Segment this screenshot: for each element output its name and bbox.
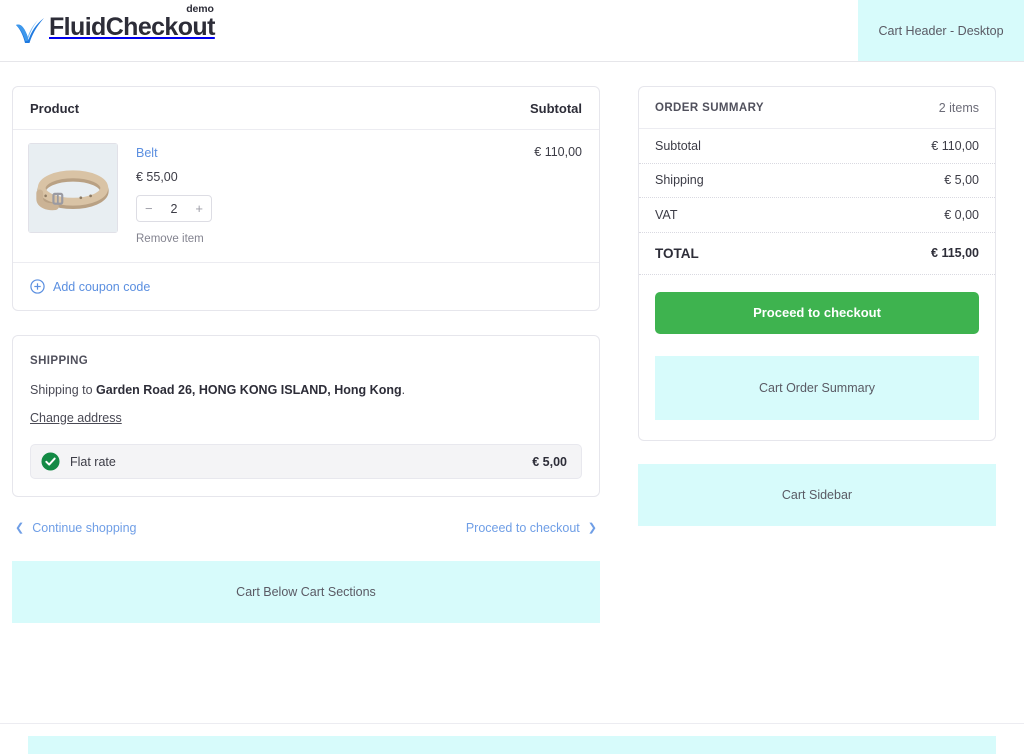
quantity-value[interactable]: 2	[171, 202, 178, 216]
cart-below-cart-sections-slot: Cart Below Cart Sections	[12, 561, 600, 623]
site-footer: Cart Footer	[0, 723, 1024, 754]
shipping-method-name: Flat rate	[70, 455, 116, 469]
summary-label-vat: VAT	[655, 208, 677, 222]
cart-item-subtotal: € 110,00	[534, 143, 582, 247]
shipping-to-suffix: .	[402, 383, 405, 397]
cart-sidebar-slot-label: Cart Sidebar	[782, 488, 852, 502]
shipping-address-value: Garden Road 26, HONG KONG ISLAND, Hong K…	[96, 383, 402, 397]
continue-shopping-link[interactable]: ❮ Continue shopping	[15, 521, 136, 535]
logo-demo-badge: demo	[186, 3, 214, 15]
shipping-to-prefix: Shipping to	[30, 383, 96, 397]
check-circle-icon	[41, 452, 60, 471]
change-address-link[interactable]: Change address	[30, 411, 122, 425]
shipping-section-title: SHIPPING	[30, 355, 582, 367]
add-coupon-code-button[interactable]: Add coupon code	[30, 279, 150, 294]
shipping-method-left: Flat rate	[41, 452, 116, 471]
cart-products-card: Product Subtotal	[12, 86, 600, 311]
quantity-decrease-button[interactable]: −	[145, 202, 153, 215]
blue-checkmark-icon	[14, 14, 48, 48]
order-summary-title: ORDER SUMMARY	[655, 102, 764, 114]
plus-circle-icon	[30, 279, 45, 294]
summary-label-total: TOTAL	[655, 246, 699, 261]
shipping-method-row[interactable]: Flat rate € 5,00	[30, 444, 582, 479]
summary-value-total: € 115,00	[931, 246, 979, 260]
cart-footer-slot: Cart Footer	[28, 736, 996, 754]
logo-wordmark: FluidCheckout	[49, 12, 215, 42]
add-coupon-label: Add coupon code	[53, 280, 150, 294]
quantity-stepper[interactable]: − 2 +	[136, 195, 212, 222]
summary-row-subtotal: Subtotal € 110,00	[639, 129, 995, 164]
column-header-product: Product	[30, 101, 79, 116]
order-summary-header: ORDER SUMMARY 2 items	[639, 87, 995, 129]
summary-value-shipping: € 5,00	[944, 173, 979, 187]
cart-item-row: Belt € 55,00 − 2 + Remove item € 110,00	[13, 130, 599, 263]
cart-page: Product Subtotal	[0, 62, 1024, 656]
proceed-to-checkout-label: Proceed to checkout	[466, 521, 580, 535]
summary-row-shipping: Shipping € 5,00	[639, 164, 995, 199]
order-summary-slot-label: Cart Order Summary	[759, 381, 875, 395]
summary-label-shipping: Shipping	[655, 173, 704, 187]
chevron-left-icon: ❮	[15, 523, 24, 534]
proceed-to-checkout-link[interactable]: Proceed to checkout ❯	[466, 521, 597, 535]
order-summary-item-count: 2 items	[939, 101, 979, 115]
shipping-card: SHIPPING Shipping to Garden Road 26, HON…	[12, 335, 600, 497]
cart-item-details: Belt € 55,00 − 2 + Remove item	[136, 143, 534, 247]
cart-navigation: ❮ Continue shopping Proceed to checkout …	[12, 517, 600, 539]
continue-shopping-label: Continue shopping	[32, 521, 136, 535]
belt-product-image[interactable]	[28, 143, 118, 233]
cart-sidebar-slot: Cart Sidebar	[638, 464, 996, 526]
product-name-link[interactable]: Belt	[136, 145, 158, 161]
summary-row-vat: VAT € 0,00	[639, 198, 995, 233]
product-unit-price: € 55,00	[136, 169, 534, 185]
cart-header-slot-label: Cart Header - Desktop	[878, 24, 1003, 38]
site-header: FluidCheckout demo Cart Header - Desktop	[0, 0, 1024, 62]
summary-label-subtotal: Subtotal	[655, 139, 701, 153]
cart-header-desktop-slot: Cart Header - Desktop	[858, 0, 1024, 61]
cart-columns: Product Subtotal	[12, 86, 1012, 623]
cart-sidebar-column: ORDER SUMMARY 2 items Subtotal € 110,00 …	[638, 86, 996, 526]
proceed-to-checkout-button[interactable]: Proceed to checkout	[655, 292, 979, 334]
shipping-method-price: € 5,00	[532, 455, 567, 469]
order-summary-card: ORDER SUMMARY 2 items Subtotal € 110,00 …	[638, 86, 996, 441]
cart-table-header: Product Subtotal	[13, 87, 599, 130]
coupon-row: Add coupon code	[13, 263, 599, 310]
site-logo[interactable]: FluidCheckout demo	[14, 12, 215, 48]
cart-main-column: Product Subtotal	[12, 86, 600, 623]
summary-value-subtotal: € 110,00	[931, 139, 979, 153]
column-header-subtotal: Subtotal	[530, 101, 582, 116]
summary-row-total: TOTAL € 115,00	[639, 233, 995, 275]
below-cart-slot-label: Cart Below Cart Sections	[236, 585, 376, 599]
cart-order-summary-slot: Cart Order Summary	[655, 356, 979, 420]
remove-item-link[interactable]: Remove item	[136, 232, 204, 246]
quantity-increase-button[interactable]: +	[195, 202, 203, 215]
summary-value-vat: € 0,00	[944, 208, 979, 222]
chevron-right-icon: ❯	[588, 523, 597, 534]
shipping-address-text: Shipping to Garden Road 26, HONG KONG IS…	[30, 382, 582, 399]
